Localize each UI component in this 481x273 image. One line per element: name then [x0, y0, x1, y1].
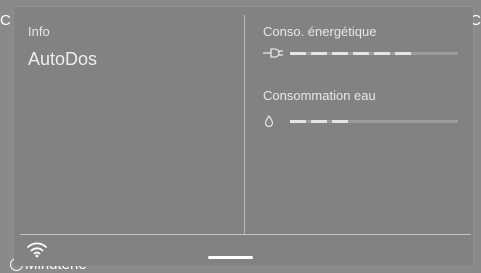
energy-meter [263, 47, 458, 59]
close-handle[interactable] [208, 256, 253, 259]
info-heading: Info [28, 24, 50, 39]
info-popup: Info AutoDos Conso. énergétique Consomma… [14, 7, 473, 266]
water-meter [263, 115, 458, 127]
energy-segment [374, 51, 390, 55]
water-segment [332, 119, 348, 123]
water-title: Consommation eau [263, 88, 376, 103]
energy-segment [311, 51, 327, 55]
water-drop-icon [263, 115, 287, 127]
plug-icon [263, 48, 287, 58]
water-segment [290, 119, 306, 123]
water-bar [290, 119, 458, 123]
wifi-icon [26, 240, 48, 263]
energy-segment [395, 51, 411, 55]
energy-bar [290, 51, 458, 55]
vertical-divider [244, 15, 245, 234]
background-partial-label: C [0, 12, 11, 29]
program-name: AutoDos [28, 49, 98, 69]
energy-segment [353, 51, 369, 55]
energy-title: Conso. énergétique [263, 24, 377, 39]
horizontal-divider [20, 234, 471, 235]
energy-segment [332, 51, 348, 55]
energy-segment [290, 51, 306, 55]
water-segment [311, 119, 327, 123]
